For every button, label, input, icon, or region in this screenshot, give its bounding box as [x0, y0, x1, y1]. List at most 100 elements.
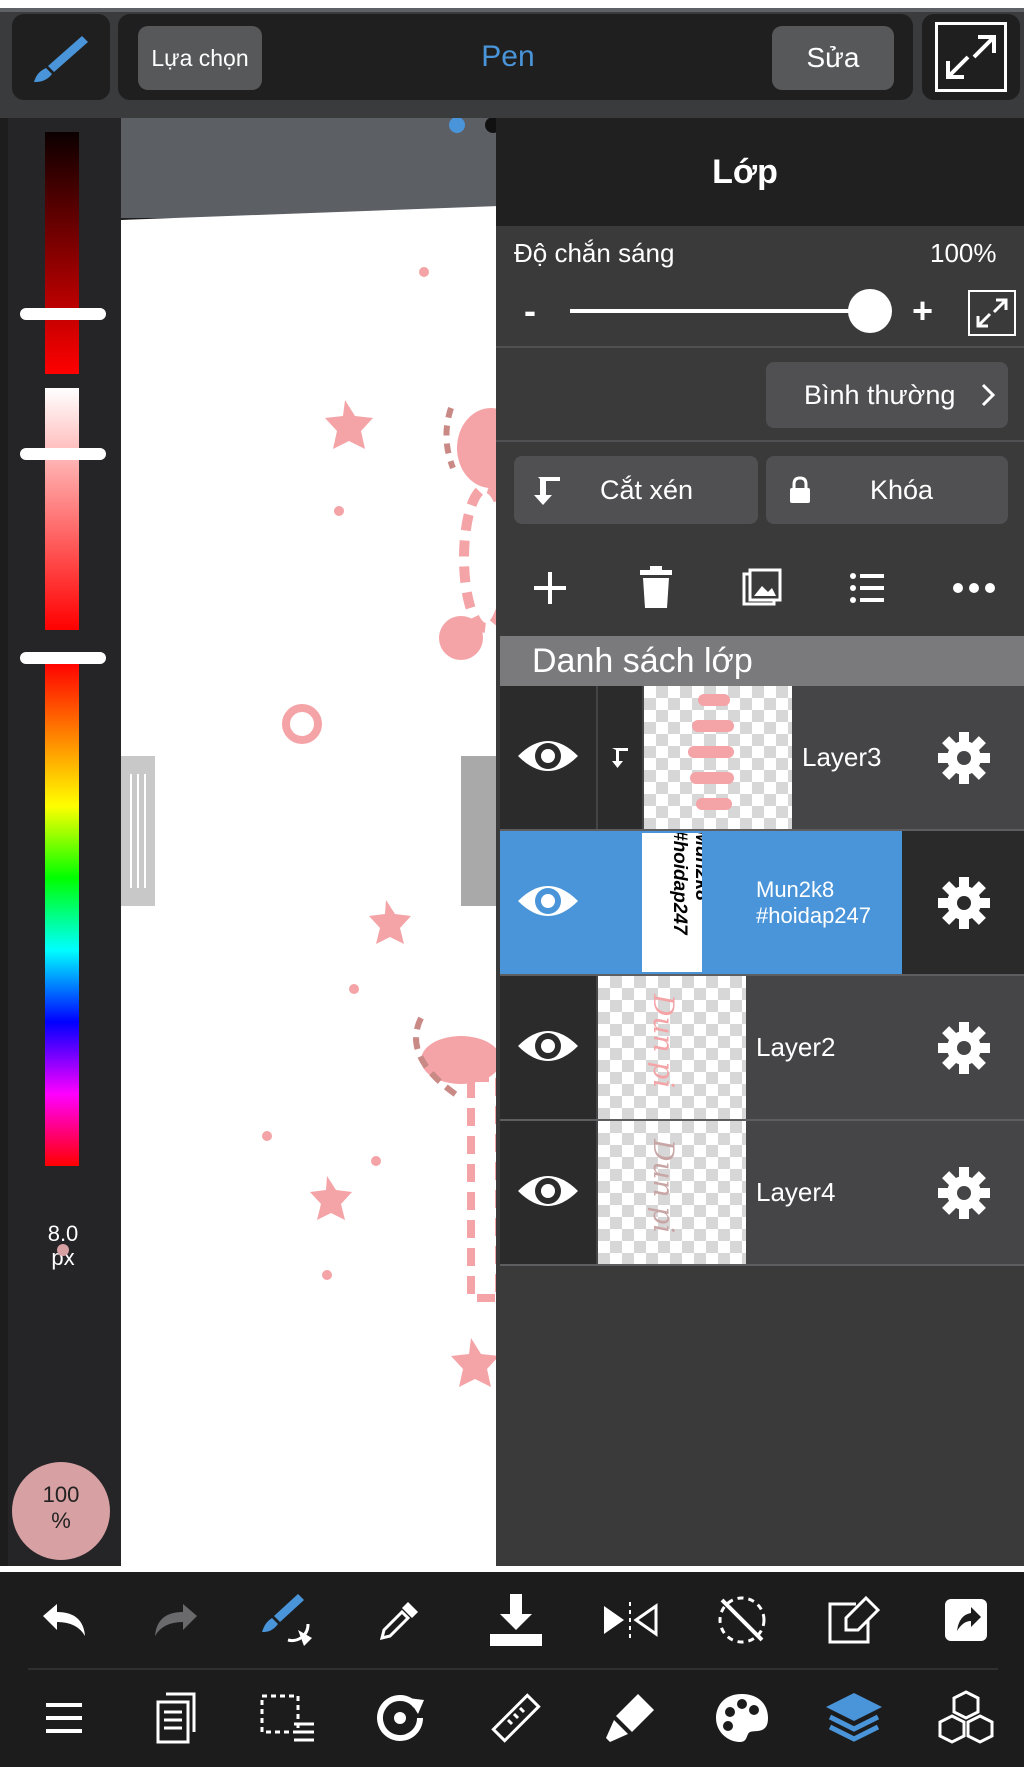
rotate-off-icon	[718, 1596, 766, 1644]
gear-icon[interactable]	[936, 1165, 992, 1221]
brightness-slider[interactable]	[45, 132, 79, 374]
layer-panel-title: Lớp	[496, 118, 1024, 226]
visibility-cell[interactable]	[500, 976, 596, 1119]
eye-icon	[518, 1031, 578, 1061]
fill-button[interactable]	[590, 1678, 670, 1758]
blend-mode-label: Bình thường	[804, 379, 956, 410]
layer-thumbnail: Dun pi	[598, 1121, 746, 1264]
clip-button[interactable]: Cắt xén	[514, 456, 758, 524]
layer-opacity-value: 100%	[930, 238, 997, 268]
more-icon[interactable]	[952, 582, 996, 594]
visibility-cell[interactable]	[500, 1121, 596, 1264]
palette-button[interactable]	[702, 1678, 782, 1758]
divider	[496, 346, 1024, 348]
ruler-button[interactable]	[476, 1678, 556, 1758]
thumbnail-script: Dun pi	[647, 1139, 680, 1234]
brightness-handle[interactable]	[20, 308, 106, 320]
layers-icon	[826, 1693, 882, 1742]
lock-icon	[790, 476, 810, 503]
gear-icon[interactable]	[936, 1020, 992, 1076]
layer-row[interactable]: Dun pi Layer2	[500, 976, 1024, 1121]
image-icon[interactable]	[742, 568, 782, 608]
thumbnail-script: Dun pi	[647, 994, 680, 1089]
layer-name: Layer4	[756, 1177, 836, 1207]
clip-label: Cắt xén	[600, 474, 694, 505]
palette-icon	[716, 1694, 768, 1742]
transform-button[interactable]	[360, 1678, 440, 1758]
menu-button[interactable]	[24, 1678, 104, 1758]
layer-name: Layer3	[802, 742, 882, 772]
opacity-button[interactable]: 100 %	[12, 1462, 110, 1560]
add-layer-icon[interactable]	[530, 568, 570, 608]
materials-icon	[938, 1690, 994, 1744]
selection-button[interactable]: Lựa chọn	[138, 26, 262, 90]
thumbnail-text: Mun2k8 #hoidap247	[669, 833, 702, 935]
redo-icon	[155, 1604, 197, 1636]
blend-mode-button[interactable]: Bình thường	[766, 362, 1008, 428]
divider	[496, 440, 1024, 442]
redo-button[interactable]	[136, 1580, 216, 1660]
brush-icon	[34, 36, 88, 82]
fullscreen-button[interactable]	[922, 14, 1020, 100]
selection-tool-button[interactable]	[248, 1678, 328, 1758]
opacity-minus[interactable]: -	[524, 290, 536, 332]
list-icon[interactable]	[850, 572, 886, 604]
eye-icon	[518, 1176, 578, 1206]
materials-button[interactable]	[926, 1678, 1006, 1758]
ruler-icon	[491, 1693, 541, 1743]
tool-header: Lựa chọn Pen Sửa	[118, 14, 913, 100]
trash-icon[interactable]	[638, 566, 674, 610]
layers-button[interactable]	[814, 1678, 894, 1758]
eyedropper-button[interactable]	[360, 1580, 440, 1660]
fullscreen-icon	[935, 22, 1007, 92]
save-button[interactable]	[476, 1580, 556, 1660]
opacity-value: 100	[42, 1482, 80, 1507]
layer-thumbnail	[644, 686, 792, 829]
share-icon	[945, 1599, 987, 1641]
clip-arrow-icon	[612, 748, 628, 768]
saturation-slider[interactable]	[45, 388, 79, 630]
eye-icon[interactable]	[516, 879, 580, 923]
gear-icon[interactable]	[936, 875, 992, 931]
layer-row-selected[interactable]: Mun2k8 #hoidap247 Mun2k8 #hoidap247	[500, 831, 1024, 976]
color-sidebar: 8.0 px 100 %	[8, 118, 121, 1566]
clip-indicator	[598, 686, 642, 829]
share-button[interactable]	[926, 1580, 1006, 1660]
clip-arrow-icon	[534, 477, 560, 505]
brush-swap-button[interactable]	[248, 1580, 328, 1660]
pages-button[interactable]	[136, 1678, 216, 1758]
eye-icon	[518, 741, 578, 771]
hue-slider[interactable]	[45, 662, 79, 1166]
undo-button[interactable]	[24, 1580, 104, 1660]
layer-name: Layer2	[756, 1032, 836, 1062]
lock-label: Khóa	[870, 474, 934, 505]
hue-handle[interactable]	[20, 652, 106, 664]
gear-icon[interactable]	[936, 730, 992, 786]
app-root: Lựa chọn Pen Sửa 8.0 px 100 % Lớp Độ chắ…	[0, 0, 1024, 1767]
visibility-cell[interactable]	[500, 686, 596, 829]
brush-tool-button[interactable]	[12, 14, 110, 100]
opacity-knob[interactable]	[848, 289, 892, 333]
opacity-plus[interactable]: +	[912, 290, 933, 332]
layer-row[interactable]: Layer3	[500, 686, 1024, 831]
opacity-track[interactable]	[570, 309, 870, 313]
lock-button[interactable]: Khóa	[766, 456, 1008, 524]
layer-row[interactable]: Dun pi Layer4	[500, 1121, 1024, 1266]
brush-size-dot	[57, 1244, 69, 1256]
transform-icon	[377, 1695, 424, 1741]
layer-list-title: Danh sách lớp	[500, 636, 1024, 686]
selection-icon	[260, 1694, 314, 1742]
edit-button[interactable]: Sửa	[772, 26, 894, 90]
opacity-label: Độ chắn sáng	[514, 238, 675, 268]
rotate-lock-button[interactable]	[702, 1580, 782, 1660]
edit-frame-button[interactable]	[814, 1580, 894, 1660]
canvas[interactable]	[121, 118, 499, 1566]
undo-icon	[43, 1604, 85, 1636]
brush-swap-icon	[262, 1594, 312, 1646]
brush-size-value: 8.0	[47, 1221, 79, 1246]
expand-icon[interactable]	[968, 290, 1016, 336]
menu-icon	[46, 1703, 82, 1733]
flip-button[interactable]	[590, 1580, 670, 1660]
status-strip	[0, 0, 1024, 12]
saturation-handle[interactable]	[20, 448, 106, 460]
